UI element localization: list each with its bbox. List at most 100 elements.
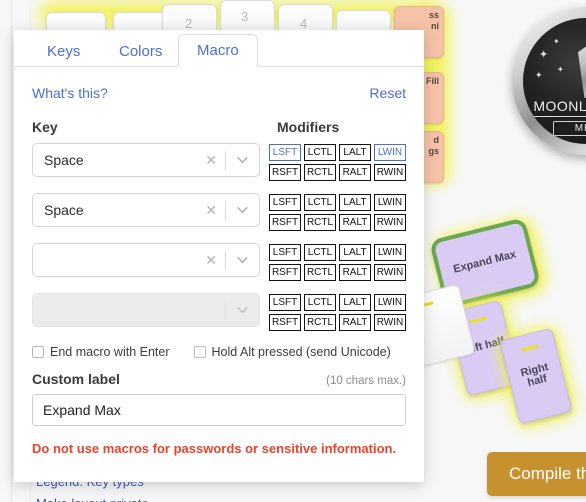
modifier-lwin-2[interactable]: LWIN (374, 194, 406, 211)
macro-row: ✕ LSFT LCTL LALT LWIN RSFT RCTL RALT RWI… (32, 243, 406, 284)
modifier-lalt-1[interactable]: LALT (339, 144, 371, 161)
app-root: 2 3 4 ss ni ; Fill d gs ✦ ✦ ✦ ✦ MOONLAND… (0, 0, 586, 502)
macro-editor-dialog: Keys Colors Macro What's this? Reset Key… (14, 30, 424, 482)
checkbox-hold-alt-pressed[interactable]: Hold Alt pressed (send Unicode) (193, 345, 391, 359)
options-checkbox-row: End macro with Enter Hold Alt pressed (s… (32, 345, 406, 359)
link-legend-secondary[interactable]: Make layout private (36, 496, 149, 502)
modifier-lctl-2[interactable]: LCTL (304, 194, 336, 211)
chevron-down-icon[interactable] (236, 154, 249, 167)
modifier-rctl-4[interactable]: RCTL (304, 314, 336, 331)
custom-label-hint: (10 chars max.) (326, 375, 406, 387)
modifier-ralt-4[interactable]: RALT (339, 314, 371, 331)
column-header-row: Key Modifiers (32, 119, 406, 135)
select-divider (225, 151, 226, 170)
macro-modifiers-2: LSFT LCTL LALT LWIN RSFT RCTL RALT RWIN (269, 193, 406, 234)
clear-icon[interactable]: ✕ (205, 153, 217, 167)
modifier-lctl-1[interactable]: LCTL (304, 144, 336, 161)
modifier-rctl-3[interactable]: RCTL (304, 264, 336, 281)
modifier-rwin-2[interactable]: RWIN (374, 214, 406, 231)
modifier-lalt-3[interactable]: LALT (339, 244, 371, 261)
modifier-rsft-3[interactable]: RSFT (269, 264, 301, 281)
modifier-ralt-3[interactable]: RALT (339, 264, 371, 281)
modifier-lctl-4[interactable]: LCTL (304, 294, 336, 311)
tab-colors[interactable]: Colors (100, 34, 181, 67)
column-header-key: Key (32, 119, 58, 135)
modifier-lalt-4[interactable]: LALT (339, 294, 371, 311)
keyboard-key-4-label: 4 (300, 16, 308, 31)
modifier-lwin-1[interactable]: LWIN (374, 144, 406, 161)
modifier-rsft-2[interactable]: RSFT (269, 214, 301, 231)
modifier-rsft-4[interactable]: RSFT (269, 314, 301, 331)
modifier-rctl-2[interactable]: RCTL (304, 214, 336, 231)
clear-icon[interactable]: ✕ (205, 203, 217, 217)
whats-this-link[interactable]: What's this? (32, 85, 108, 101)
modifier-lwin-3[interactable]: LWIN (374, 244, 406, 261)
modifier-lsft-4[interactable]: LSFT (269, 294, 301, 311)
dialog-tabstrip: Keys Colors Macro (14, 30, 424, 67)
dialog-link-row: What's this? Reset (32, 85, 406, 101)
modifier-line-right-4: RSFT RCTL RALT RWIN (269, 314, 406, 331)
moonlander-badge: ✦ ✦ ✦ ✦ MOONLANDER MK I (512, 7, 586, 155)
chevron-down-icon[interactable] (236, 204, 249, 217)
sparkle-icon-4: ✦ (557, 65, 564, 74)
macro-modifiers-3: LSFT LCTL LALT LWIN RSFT RCTL RALT RWIN (269, 243, 406, 284)
badge-subtitle: MK I (553, 121, 586, 136)
reset-link[interactable]: Reset (369, 85, 406, 101)
select-divider (225, 301, 226, 320)
chevron-down-icon[interactable] (236, 254, 249, 267)
sparkle-icon-1: ✦ (539, 49, 549, 61)
checkbox-icon[interactable] (193, 346, 206, 358)
modifier-lsft-1[interactable]: LSFT (269, 144, 301, 161)
modifier-line-left-1: LSFT LCTL LALT LWIN (269, 144, 406, 161)
modifier-ralt-2[interactable]: RALT (339, 214, 371, 231)
macro-row: LSFT LCTL LALT LWIN RSFT RCTL RALT RWIN (32, 293, 406, 334)
modifier-rwin-4[interactable]: RWIN (374, 314, 406, 331)
page-left-rule (11, 0, 12, 502)
modifier-lwin-4[interactable]: LWIN (374, 294, 406, 311)
tab-keys[interactable]: Keys (28, 34, 99, 67)
clear-icon[interactable]: ✕ (205, 253, 217, 267)
keyboard-key-right-half[interactable]: Right half (499, 327, 573, 425)
checkbox-end-macro-with-enter-label: End macro with Enter (50, 345, 170, 359)
macro-key-select-2[interactable]: Space ✕ (32, 193, 260, 227)
modifier-line-left-3: LSFT LCTL LALT LWIN (269, 244, 406, 261)
tab-macro[interactable]: Macro (178, 34, 258, 67)
modifier-lsft-3[interactable]: LSFT (269, 244, 301, 261)
keyboard-key-3-label: 3 (241, 9, 249, 24)
modifier-rsft-1[interactable]: RSFT (269, 164, 301, 181)
modifier-line-left-2: LSFT LCTL LALT LWIN (269, 194, 406, 211)
sparkle-icon-3: ✦ (535, 70, 543, 80)
custom-label-heading: Custom label (32, 371, 120, 387)
modifier-rctl-1[interactable]: RCTL (304, 164, 336, 181)
modifier-rwin-1[interactable]: RWIN (374, 164, 406, 181)
modifier-ralt-1[interactable]: RALT (339, 164, 371, 181)
dialog-body: What's this? Reset Key Modifiers Space ✕ (14, 67, 424, 456)
checkbox-hold-alt-pressed-label: Hold Alt pressed (send Unicode) (211, 345, 391, 359)
macro-modifiers-1: LSFT LCTL LALT LWIN RSFT RCTL RALT RWIN (269, 143, 406, 184)
modifier-lalt-2[interactable]: LALT (339, 194, 371, 211)
modifier-lsft-2[interactable]: LSFT (269, 194, 301, 211)
select-divider (225, 201, 226, 220)
modifier-line-right-3: RSFT RCTL RALT RWIN (269, 264, 406, 281)
sparkle-icon-2: ✦ (553, 37, 560, 46)
custom-label-header-row: Custom label (10 chars max.) (32, 371, 406, 387)
keyboard-key-2-label: 2 (185, 16, 193, 31)
macro-security-warning: Do not use macros for passwords or sensi… (32, 441, 397, 456)
column-header-modifiers: Modifiers (277, 119, 340, 135)
compile-button[interactable]: Compile th (487, 452, 586, 496)
macro-key-select-1[interactable]: Space ✕ (32, 143, 260, 177)
macro-key-select-3[interactable]: ✕ (32, 243, 260, 277)
modifier-rwin-3[interactable]: RWIN (374, 264, 406, 281)
macro-key-value-2: Space (44, 202, 84, 218)
modifier-lctl-3[interactable]: LCTL (304, 244, 336, 261)
custom-label-input[interactable] (32, 394, 406, 426)
select-divider (225, 251, 226, 270)
modifier-line-right-1: RSFT RCTL RALT RWIN (269, 164, 406, 181)
gem-icon (578, 36, 586, 98)
badge-title: MOONLANDER (529, 98, 586, 117)
macro-key-select-4 (32, 293, 260, 327)
macro-row: Space ✕ LSFT LCTL LALT LWIN RSFT RCTL RA… (32, 143, 406, 184)
checkbox-icon[interactable] (32, 346, 44, 358)
checkbox-end-macro-with-enter[interactable]: End macro with Enter (32, 345, 170, 359)
macro-modifiers-4: LSFT LCTL LALT LWIN RSFT RCTL RALT RWIN (269, 293, 406, 334)
